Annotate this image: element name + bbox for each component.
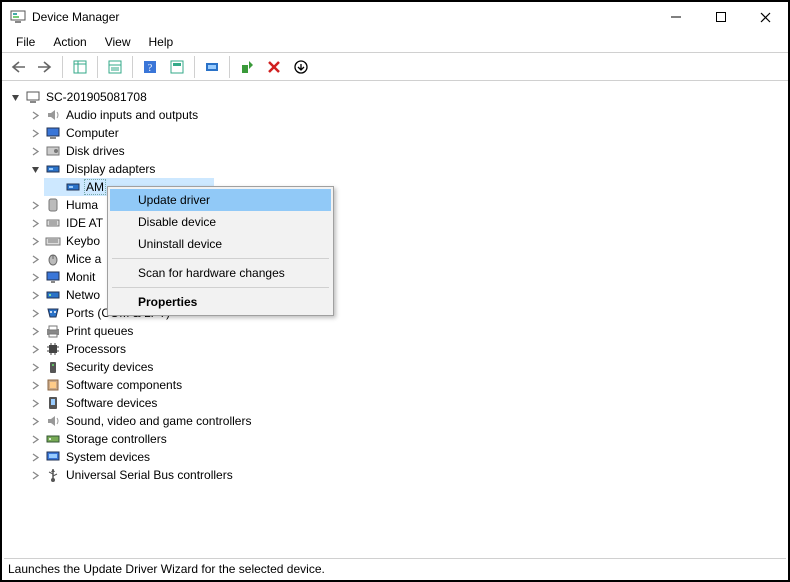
toolbar-separator (229, 56, 230, 78)
tree-item-usb[interactable]: Universal Serial Bus controllers (24, 466, 786, 484)
chevron-right-icon[interactable] (28, 216, 42, 230)
context-uninstall-device[interactable]: Uninstall device (110, 233, 331, 255)
chevron-right-icon[interactable] (28, 108, 42, 122)
chevron-right-icon[interactable] (28, 252, 42, 266)
tree-item-computer[interactable]: Computer (24, 124, 786, 142)
tree-item-storage[interactable]: Storage controllers (24, 430, 786, 448)
usb-icon (45, 467, 61, 483)
tree-root-label: SC-201905081708 (44, 90, 149, 104)
close-button[interactable] (743, 2, 788, 32)
scan-hardware-button[interactable] (200, 55, 224, 79)
chevron-right-icon[interactable] (28, 396, 42, 410)
toolbar-separator (132, 56, 133, 78)
chevron-right-icon[interactable] (28, 144, 42, 158)
speaker-icon (45, 107, 61, 123)
menubar: File Action View Help (2, 32, 788, 52)
tree-item-security[interactable]: Security devices (24, 358, 786, 376)
chevron-right-icon[interactable] (28, 360, 42, 374)
chevron-down-icon[interactable] (28, 162, 42, 176)
menu-help[interactable]: Help (141, 34, 182, 50)
chevron-right-icon[interactable] (28, 414, 42, 428)
window-controls (653, 2, 788, 32)
tree-item-processors[interactable]: Processors (24, 340, 786, 358)
security-icon (45, 359, 61, 375)
titlebar: Device Manager (2, 2, 788, 32)
tree-item-display[interactable]: Display adapters (24, 160, 786, 178)
forward-button[interactable] (33, 55, 57, 79)
menu-view[interactable]: View (97, 34, 139, 50)
ide-icon (45, 215, 61, 231)
statusbar: Launches the Update Driver Wizard for th… (4, 558, 786, 578)
chevron-right-icon[interactable] (28, 234, 42, 248)
chevron-right-icon[interactable] (28, 306, 42, 320)
minimize-button[interactable] (653, 2, 698, 32)
hid-icon (45, 197, 61, 213)
show-hide-tree-button[interactable] (68, 55, 92, 79)
toolbar: ? (2, 52, 788, 81)
monitor-icon (45, 125, 61, 141)
context-separator (112, 287, 329, 288)
app-icon (10, 9, 26, 25)
chevron-right-icon[interactable] (28, 378, 42, 392)
context-disable-device[interactable]: Disable device (110, 211, 331, 233)
chevron-right-icon[interactable] (28, 288, 42, 302)
tree-item-audio[interactable]: Audio inputs and outputs (24, 106, 786, 124)
display-adapter-icon (45, 161, 61, 177)
chevron-right-icon[interactable] (28, 198, 42, 212)
chevron-right-icon[interactable] (28, 468, 42, 482)
display-adapter-icon (65, 179, 81, 195)
toolbar-separator (194, 56, 195, 78)
network-icon (45, 287, 61, 303)
context-separator (112, 258, 329, 259)
properties-button[interactable] (103, 55, 127, 79)
update-driver-button[interactable] (235, 55, 259, 79)
menu-file[interactable]: File (8, 34, 43, 50)
status-text: Launches the Update Driver Wizard for th… (8, 562, 325, 576)
software-device-icon (45, 395, 61, 411)
menu-action[interactable]: Action (45, 34, 94, 50)
action-button[interactable] (165, 55, 189, 79)
port-icon (45, 305, 61, 321)
tree-item-sound[interactable]: Sound, video and game controllers (24, 412, 786, 430)
speaker-icon (45, 413, 61, 429)
chevron-right-icon[interactable] (28, 324, 42, 338)
tree-item-print[interactable]: Print queues (24, 322, 786, 340)
keyboard-icon (45, 233, 61, 249)
printer-icon (45, 323, 61, 339)
toolbar-separator (62, 56, 63, 78)
chevron-right-icon[interactable] (28, 126, 42, 140)
chevron-down-icon[interactable] (8, 90, 22, 104)
context-update-driver[interactable]: Update driver (110, 189, 331, 211)
system-icon (45, 449, 61, 465)
chevron-right-icon[interactable] (28, 450, 42, 464)
disable-button[interactable] (289, 55, 313, 79)
maximize-button[interactable] (698, 2, 743, 32)
chevron-right-icon[interactable] (28, 432, 42, 446)
monitor-icon (45, 269, 61, 285)
tree-item-system[interactable]: System devices (24, 448, 786, 466)
tree-item-disk[interactable]: Disk drives (24, 142, 786, 160)
toolbar-separator (97, 56, 98, 78)
storage-icon (45, 431, 61, 447)
cpu-icon (45, 341, 61, 357)
context-menu: Update driver Disable device Uninstall d… (107, 186, 334, 316)
mouse-icon (45, 251, 61, 267)
chevron-right-icon[interactable] (28, 270, 42, 284)
uninstall-button[interactable] (262, 55, 286, 79)
tree-item-softcomp[interactable]: Software components (24, 376, 786, 394)
tree-item-softdev[interactable]: Software devices (24, 394, 786, 412)
svg-text:?: ? (148, 63, 153, 74)
context-scan-hardware[interactable]: Scan for hardware changes (110, 262, 331, 284)
chevron-right-icon[interactable] (28, 342, 42, 356)
help-button[interactable]: ? (138, 55, 162, 79)
computer-icon (25, 89, 41, 105)
window-title: Device Manager (32, 10, 119, 24)
disk-icon (45, 143, 61, 159)
device-tree[interactable]: SC-201905081708 Audio inputs and outputs… (4, 84, 786, 556)
back-button[interactable] (6, 55, 30, 79)
component-icon (45, 377, 61, 393)
context-properties[interactable]: Properties (110, 291, 331, 313)
tree-root[interactable]: SC-201905081708 (4, 88, 786, 106)
